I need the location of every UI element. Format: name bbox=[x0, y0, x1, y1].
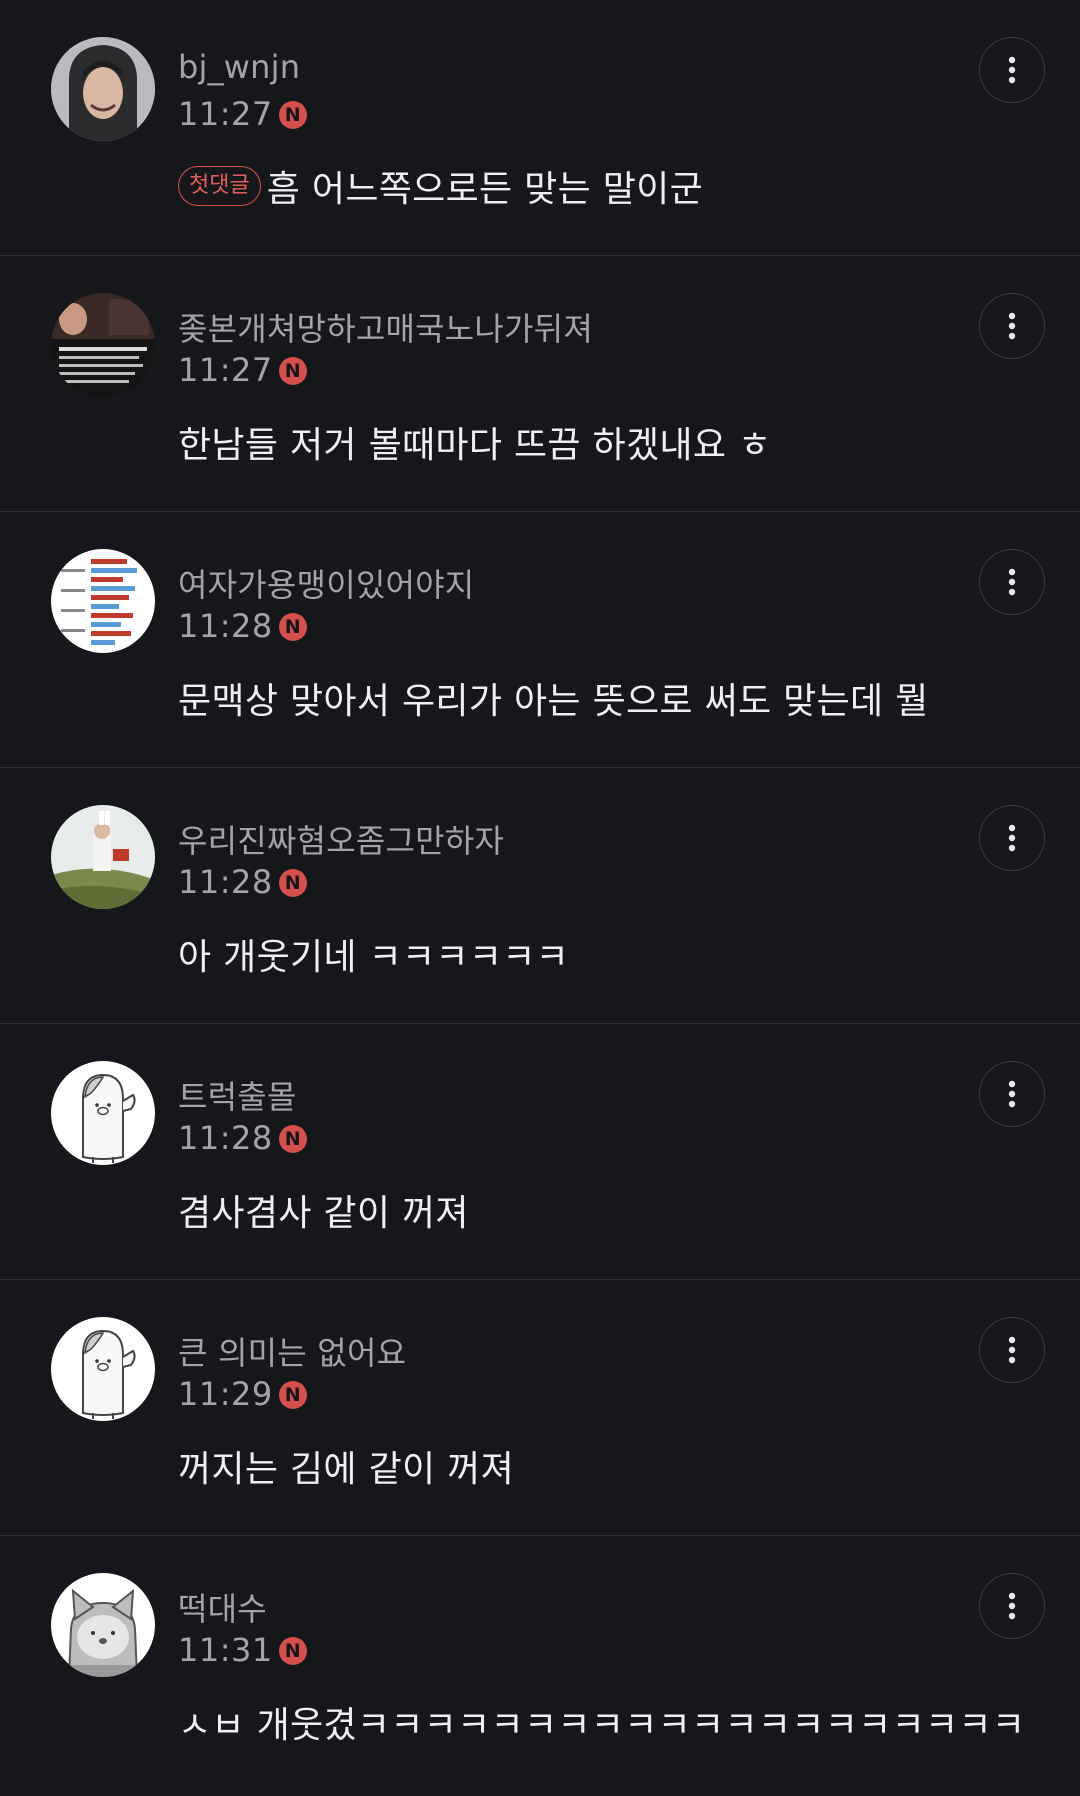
comment-text: ㅅㅂ 개웃겼ㅋㅋㅋㅋㅋㅋㅋㅋㅋㅋㅋㅋㅋㅋㅋㅋㅋㅋㅋㅋ bbox=[178, 1705, 1026, 1746]
comment-item: 여자가용맹이있어야지 11:28 N 문맥상 맞아서 우리가 아는 뜻으로 써도… bbox=[0, 512, 1080, 768]
comment-body: 겸사겸사 같이 꺼져 bbox=[178, 1184, 469, 1236]
comment-body: 첫댓글 흠 어느쪽으로든 맞는 말이군 bbox=[178, 160, 703, 212]
new-badge: N bbox=[278, 101, 307, 129]
more-options-button[interactable] bbox=[979, 1061, 1045, 1127]
more-vertical-icon bbox=[1008, 1080, 1016, 1108]
avatar[interactable] bbox=[51, 1573, 155, 1677]
more-vertical-icon bbox=[1008, 568, 1016, 596]
more-options-button[interactable] bbox=[979, 37, 1045, 103]
avatar[interactable] bbox=[51, 293, 155, 397]
avatar[interactable] bbox=[51, 549, 155, 653]
comment-meta: 11:28 N bbox=[178, 1119, 307, 1157]
comment-text: 겸사겸사 같이 꺼져 bbox=[178, 1193, 469, 1234]
more-vertical-icon bbox=[1008, 56, 1016, 84]
more-options-button[interactable] bbox=[979, 1573, 1045, 1639]
comment-meta: 11:29 N bbox=[178, 1375, 307, 1413]
timestamp: 11:27 bbox=[178, 95, 273, 133]
comment-text: 아 개웃기네 ㅋㅋㅋㅋㅋㅋ bbox=[178, 937, 570, 978]
comment-list: bj_wnjn 11:27 N 첫댓글 흠 어느쪽으로든 맞는 말이군 좆본개쳐… bbox=[0, 0, 1080, 1792]
comment-meta: 11:27 N bbox=[178, 351, 307, 389]
timestamp: 11:28 bbox=[178, 863, 273, 901]
comment-body: 문맥상 맞아서 우리가 아는 뜻으로 써도 맞는데 뭘 bbox=[178, 672, 929, 724]
comment-body: ㅅㅂ 개웃겼ㅋㅋㅋㅋㅋㅋㅋㅋㅋㅋㅋㅋㅋㅋㅋㅋㅋㅋㅋㅋ bbox=[178, 1696, 1025, 1748]
nickname[interactable]: 우리진짜혐오좀그만하자 bbox=[178, 816, 504, 862]
new-badge: N bbox=[278, 1637, 307, 1665]
avatar[interactable] bbox=[51, 1317, 155, 1421]
new-badge: N bbox=[278, 1125, 307, 1153]
comment-body: 한남들 저거 볼때마다 뜨끔 하겠내요 ㅎ bbox=[178, 416, 771, 468]
timestamp: 11:31 bbox=[178, 1631, 273, 1669]
more-vertical-icon bbox=[1008, 1592, 1016, 1620]
more-options-button[interactable] bbox=[979, 805, 1045, 871]
first-comment-tag: 첫댓글 bbox=[178, 166, 261, 206]
more-vertical-icon bbox=[1008, 824, 1016, 852]
timestamp: 11:28 bbox=[178, 607, 273, 645]
nickname[interactable]: 큰 의미는 없어요 bbox=[178, 1328, 406, 1374]
timestamp: 11:28 bbox=[178, 1119, 273, 1157]
nickname[interactable]: 여자가용맹이있어야지 bbox=[178, 560, 474, 606]
more-vertical-icon bbox=[1008, 312, 1016, 340]
comment-text: 흠 어느쪽으로든 맞는 말이군 bbox=[266, 169, 704, 210]
comment-body: 아 개웃기네 ㅋㅋㅋㅋㅋㅋ bbox=[178, 928, 569, 980]
avatar[interactable] bbox=[51, 805, 155, 909]
new-badge: N bbox=[278, 357, 307, 385]
comment-item: 좆본개쳐망하고매국노나가뒤져 11:27 N 한남들 저거 볼때마다 뜨끔 하겠… bbox=[0, 256, 1080, 512]
comment-body: 꺼지는 김에 같이 꺼져 bbox=[178, 1440, 514, 1492]
nickname[interactable]: 좆본개쳐망하고매국노나가뒤져 bbox=[178, 304, 593, 350]
comment-meta: 11:28 N bbox=[178, 863, 307, 901]
comment-meta: 11:28 N bbox=[178, 607, 307, 645]
comment-item: 큰 의미는 없어요 11:29 N 꺼지는 김에 같이 꺼져 bbox=[0, 1280, 1080, 1536]
new-badge: N bbox=[278, 869, 307, 897]
more-options-button[interactable] bbox=[979, 1317, 1045, 1383]
new-badge: N bbox=[278, 1381, 307, 1409]
nickname[interactable]: 떡대수 bbox=[178, 1584, 267, 1630]
avatar[interactable] bbox=[51, 37, 155, 141]
nickname[interactable]: 트럭출몰 bbox=[178, 1072, 297, 1118]
comment-meta: 11:27 N bbox=[178, 95, 307, 133]
comment-text: 꺼지는 김에 같이 꺼져 bbox=[178, 1449, 515, 1490]
avatar[interactable] bbox=[51, 1061, 155, 1165]
timestamp: 11:27 bbox=[178, 351, 273, 389]
comment-meta: 11:31 N bbox=[178, 1631, 307, 1669]
comment-item: bj_wnjn 11:27 N 첫댓글 흠 어느쪽으로든 맞는 말이군 bbox=[0, 0, 1080, 256]
comment-item: 떡대수 11:31 N ㅅㅂ 개웃겼ㅋㅋㅋㅋㅋㅋㅋㅋㅋㅋㅋㅋㅋㅋㅋㅋㅋㅋㅋㅋ bbox=[0, 1536, 1080, 1792]
more-options-button[interactable] bbox=[979, 293, 1045, 359]
new-badge: N bbox=[278, 613, 307, 641]
comment-item: 우리진짜혐오좀그만하자 11:28 N 아 개웃기네 ㅋㅋㅋㅋㅋㅋ bbox=[0, 768, 1080, 1024]
timestamp: 11:29 bbox=[178, 1375, 273, 1413]
comment-text: 한남들 저거 볼때마다 뜨끔 하겠내요 ㅎ bbox=[178, 425, 772, 466]
more-vertical-icon bbox=[1008, 1336, 1016, 1364]
comment-item: 트럭출몰 11:28 N 겸사겸사 같이 꺼져 bbox=[0, 1024, 1080, 1280]
comment-text: 문맥상 맞아서 우리가 아는 뜻으로 써도 맞는데 뭘 bbox=[178, 681, 929, 722]
nickname[interactable]: bj_wnjn bbox=[178, 48, 300, 86]
more-options-button[interactable] bbox=[979, 549, 1045, 615]
